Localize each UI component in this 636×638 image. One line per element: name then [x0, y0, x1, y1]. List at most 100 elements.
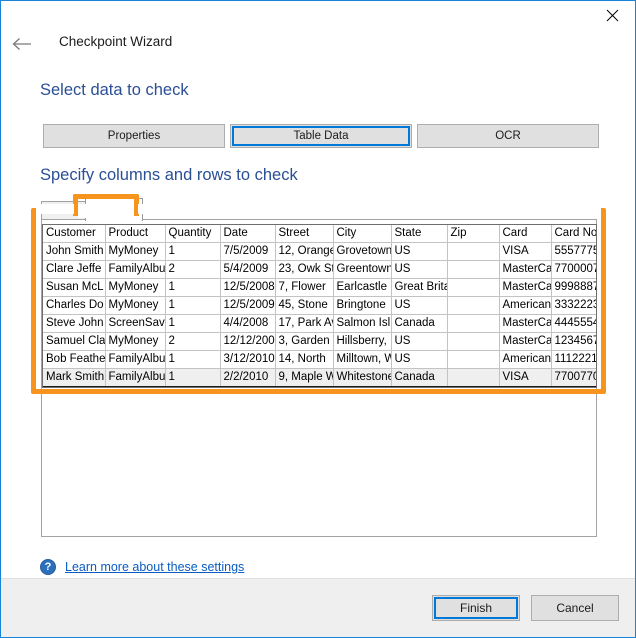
- table-cell[interactable]: 23, Owk St: [275, 260, 334, 279]
- table-cell[interactable]: Bringtone: [333, 296, 392, 315]
- column-header[interactable]: City: [333, 225, 392, 243]
- table-cell[interactable]: Greentown: [333, 260, 392, 279]
- table-row[interactable]: Susan McL MyMoney 1 12/5/2008 7, Flower Earlc…: [43, 278, 596, 297]
- table-cell[interactable]: [447, 368, 500, 387]
- table-row[interactable]: Charles Do MyMoney 1 12/5/2009 45, Stone Brin…: [43, 296, 596, 315]
- table-cell[interactable]: [447, 260, 500, 279]
- table-cell[interactable]: 55577755: [551, 242, 596, 261]
- cancel-button[interactable]: Cancel: [531, 595, 619, 621]
- table-cell[interactable]: Charles Do: [43, 296, 106, 315]
- table-cell[interactable]: 11122211: [551, 350, 596, 369]
- table-cell[interactable]: VISA: [499, 242, 552, 261]
- table-cell[interactable]: 2: [165, 332, 221, 351]
- table-cell[interactable]: Susan McL: [43, 278, 106, 297]
- column-header[interactable]: Street: [275, 225, 334, 243]
- table-cell[interactable]: 77007700: [551, 368, 596, 387]
- table-cell[interactable]: [447, 332, 500, 351]
- table-row[interactable]: Bob FeatheFamilyAlbum13/12/201014, North…: [43, 350, 596, 369]
- table-cell[interactable]: Whitestone: [333, 368, 392, 387]
- column-header[interactable]: Zip: [447, 225, 500, 243]
- table-cell[interactable]: 99988877: [551, 278, 596, 297]
- table-cell[interactable]: [447, 242, 500, 261]
- table-cell[interactable]: Hillsberry,: [333, 332, 392, 351]
- table-cell[interactable]: 5/4/2009: [220, 260, 276, 279]
- table-cell[interactable]: FamilyAlbum: [105, 260, 166, 279]
- table-cell[interactable]: MasterCard: [499, 278, 552, 297]
- table-cell[interactable]: Samuel Cla: [43, 332, 106, 351]
- column-header[interactable]: Customer: [43, 225, 106, 243]
- table-cell[interactable]: Clare Jeffe: [43, 260, 106, 279]
- table-cell[interactable]: Great Britain: [391, 278, 448, 297]
- table-cell[interactable]: Mark Smith: [43, 368, 106, 387]
- column-header[interactable]: Card: [499, 225, 552, 243]
- table-cell[interactable]: 12, Orange: [275, 242, 334, 261]
- column-header[interactable]: Card No: [551, 225, 596, 243]
- table-cell[interactable]: American Express: [499, 350, 552, 369]
- table-cell[interactable]: 14, North: [275, 350, 334, 369]
- table-cell[interactable]: 12/5/2008: [220, 278, 276, 297]
- table-cell[interactable]: Canada: [391, 314, 448, 333]
- table-cell[interactable]: Earlcastle: [333, 278, 392, 297]
- table-cell[interactable]: US: [391, 260, 448, 279]
- table-cell[interactable]: Milltown, W: [333, 350, 392, 369]
- table-cell[interactable]: FamilyAlbum: [105, 350, 166, 369]
- table-row[interactable]: John Smith MyMoney 1 7/5/2009 12, Orange Grov…: [43, 242, 596, 261]
- properties-button[interactable]: Properties: [43, 124, 225, 148]
- close-icon[interactable]: [589, 1, 635, 30]
- table-row[interactable]: Steve JohnScreenSaver14/4/200817, Park A…: [43, 314, 596, 333]
- table-cell[interactable]: 7, Flower: [275, 278, 334, 297]
- table-cell[interactable]: 3, Garden: [275, 332, 334, 351]
- table-cell[interactable]: [447, 296, 500, 315]
- table-row[interactable]: Samuel ClaMyMoney212/12/20083, GardenHil…: [43, 332, 596, 351]
- table-cell[interactable]: ScreenSaver: [105, 314, 166, 333]
- table-cell[interactable]: 12345678: [551, 332, 596, 351]
- table-cell[interactable]: 1: [165, 368, 221, 387]
- table-cell[interactable]: 2/2/2010: [220, 368, 276, 387]
- table-cell[interactable]: Bob Feathe: [43, 350, 106, 369]
- table-cell[interactable]: 9, Maple W: [275, 368, 334, 387]
- table-cell[interactable]: VISA: [499, 368, 552, 387]
- table-cell[interactable]: 44455544: [551, 314, 596, 333]
- table-cell[interactable]: MyMoney: [105, 332, 166, 351]
- table-cell[interactable]: US: [391, 332, 448, 351]
- column-header[interactable]: State: [391, 225, 448, 243]
- table-row[interactable]: Clare JeffeFamilyAlbum25/4/200923, Owk S…: [43, 260, 596, 279]
- tab-preview[interactable]: Preview: [85, 198, 143, 221]
- table-cell[interactable]: 1: [165, 242, 221, 261]
- table-cell[interactable]: 4/4/2008: [220, 314, 276, 333]
- column-header[interactable]: Date: [220, 225, 276, 243]
- table-cell[interactable]: John Smith: [43, 242, 106, 261]
- table-cell[interactable]: MasterCard: [499, 332, 552, 351]
- ocr-button[interactable]: OCR: [417, 124, 599, 148]
- table-cell[interactable]: Steve John: [43, 314, 106, 333]
- table-cell[interactable]: 1: [165, 296, 221, 315]
- table-cell[interactable]: 17, Park Av: [275, 314, 334, 333]
- table-row[interactable]: Mark SmithFamilyAlbum12/2/20109, Maple W…: [43, 368, 596, 387]
- table-cell[interactable]: US: [391, 350, 448, 369]
- table-cell[interactable]: 1: [165, 314, 221, 333]
- table-cell[interactable]: US: [391, 296, 448, 315]
- table-cell[interactable]: MasterCard: [499, 314, 552, 333]
- table-cell[interactable]: 33322233: [551, 296, 596, 315]
- table-cell[interactable]: MyMoney: [105, 242, 166, 261]
- table-cell[interactable]: 12/12/2008: [220, 332, 276, 351]
- table-cell[interactable]: FamilyAlbum: [105, 368, 166, 387]
- table-cell[interactable]: 12/5/2009: [220, 296, 276, 315]
- table-cell[interactable]: US: [391, 242, 448, 261]
- table-cell[interactable]: Grovetown: [333, 242, 392, 261]
- table-cell[interactable]: Salmon Isl: [333, 314, 392, 333]
- table-cell[interactable]: 2: [165, 260, 221, 279]
- table-data-button[interactable]: Table Data: [230, 124, 412, 148]
- table-cell[interactable]: American Express: [499, 296, 552, 315]
- table-cell[interactable]: Canada: [391, 368, 448, 387]
- table-cell[interactable]: [447, 350, 500, 369]
- finish-button[interactable]: Finish: [432, 595, 520, 621]
- table-cell[interactable]: 7/5/2009: [220, 242, 276, 261]
- table-cell[interactable]: [447, 314, 500, 333]
- table-cell[interactable]: [447, 278, 500, 297]
- preview-data-grid[interactable]: Customer Product Quantity Date Street City Sta…: [42, 224, 597, 388]
- column-header[interactable]: Product: [105, 225, 166, 243]
- learn-more-link[interactable]: Learn more about these settings: [65, 560, 244, 574]
- back-arrow-icon[interactable]: [9, 31, 35, 57]
- table-cell[interactable]: MyMoney: [105, 278, 166, 297]
